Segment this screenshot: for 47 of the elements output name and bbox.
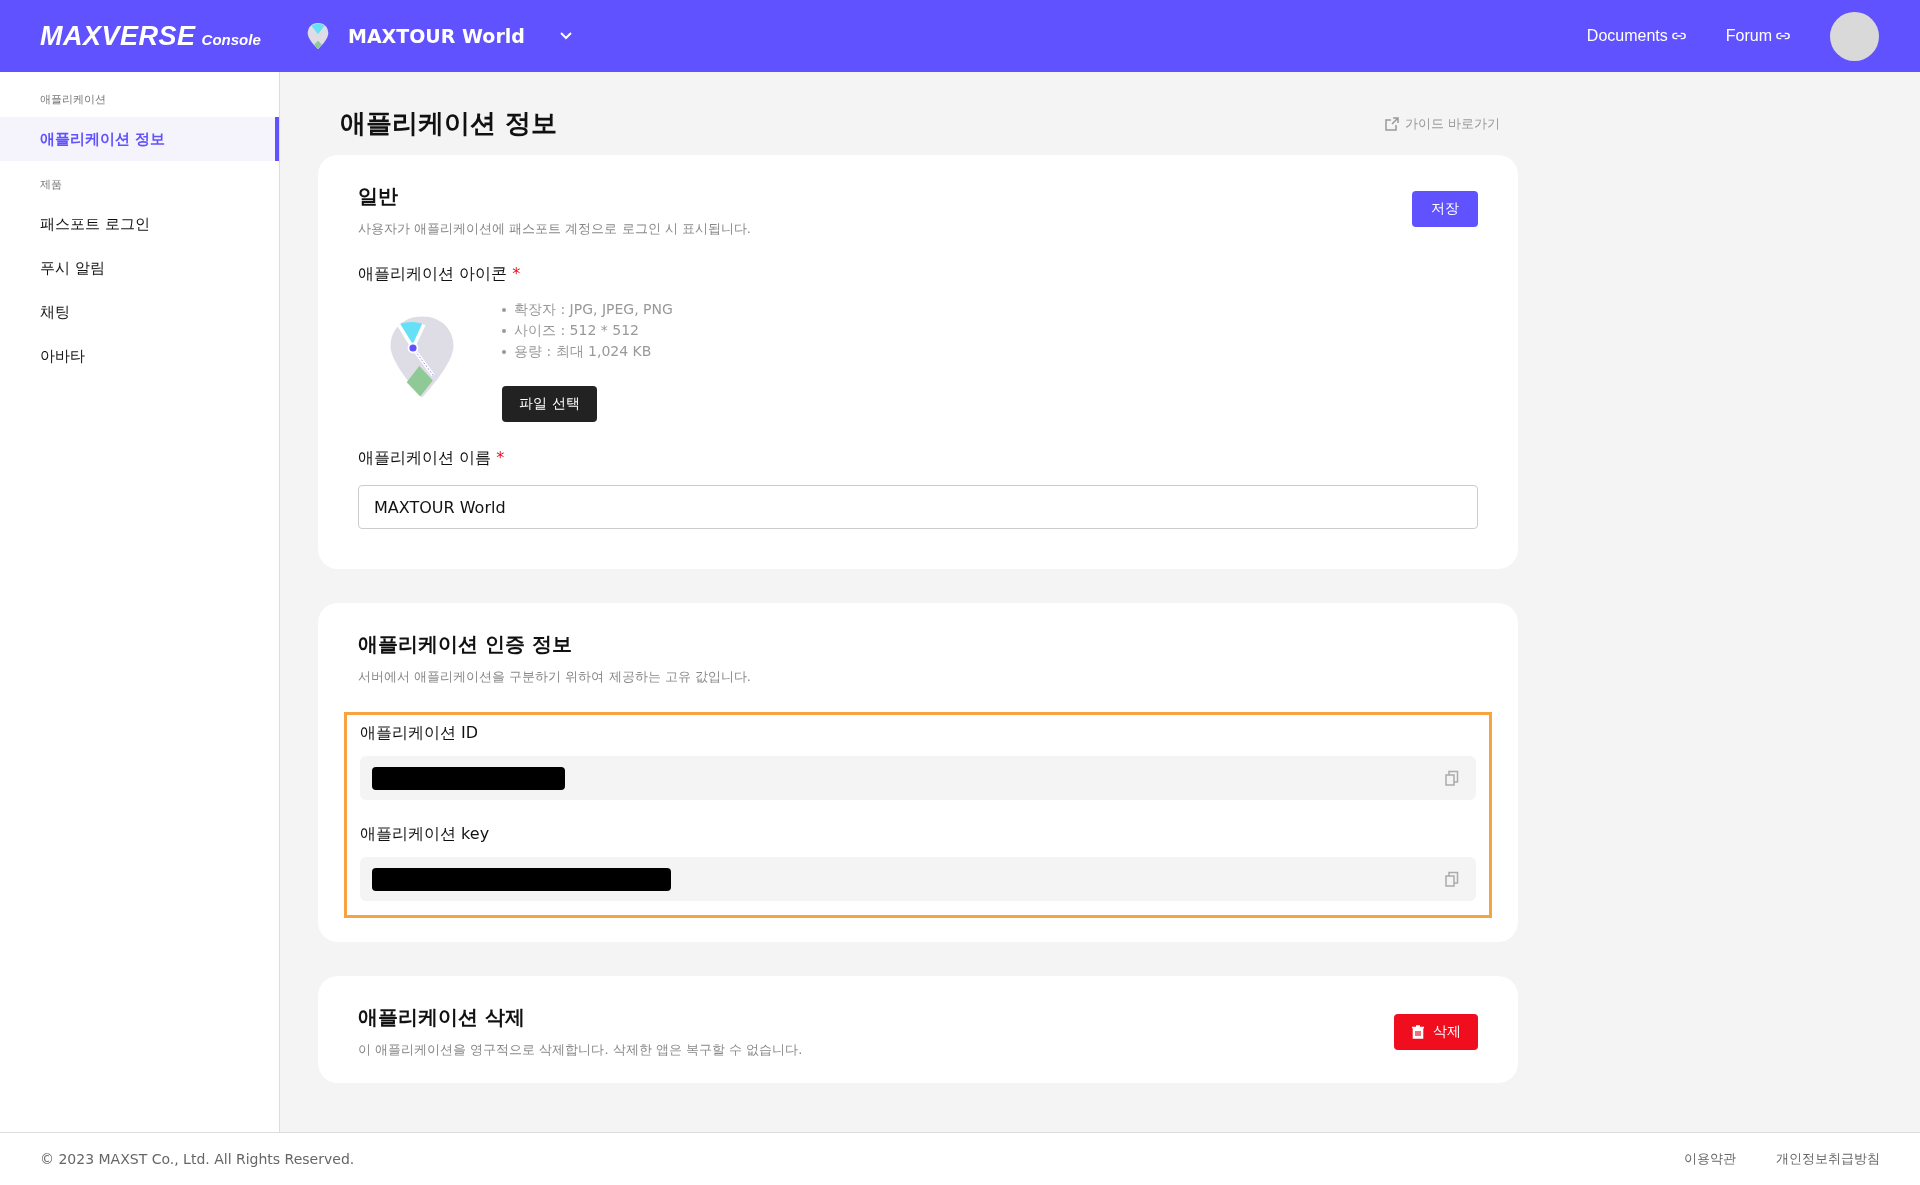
delete-button[interactable]: 삭제 (1394, 1013, 1478, 1050)
section-title: 일반 (358, 183, 399, 210)
sidebar-item[interactable]: 패스포트 로그인 (0, 202, 279, 246)
field-label: 애플리케이션 key (360, 824, 491, 845)
footer-link[interactable]: 개인정보취급방침 (1776, 1150, 1880, 1168)
field-label: 애플리케이션 아이콘 (358, 264, 508, 283)
sidebar-item[interactable]: 아바타 (0, 334, 279, 378)
avatar[interactable] (1830, 11, 1879, 61)
field-label: 애플리케이션 이름 (358, 448, 492, 467)
required-mark: * (496, 448, 505, 467)
icon-rule: 용량 : 최대 1,024 KB (514, 343, 652, 361)
sidebar-item[interactable]: 푸시 알림 (0, 246, 279, 290)
section-description: 이 애플리케이션을 영구적으로 삭제합니다. 삭제한 앱은 복구할 수 없습니다. (358, 1041, 803, 1059)
chevron-down-icon[interactable] (558, 31, 573, 41)
section-description: 사용자가 애플리케이션에 패스포트 계정으로 로그인 시 표시됩니다. (358, 220, 751, 238)
section-title: 애플리케이션 인증 정보 (358, 631, 573, 658)
app-selector[interactable]: MAXTOUR World (348, 25, 525, 47)
trash-icon (1411, 1024, 1425, 1039)
page-title: 애플리케이션 정보 (340, 107, 558, 140)
readonly-field[interactable] (360, 756, 1476, 800)
external-link-icon (1384, 116, 1399, 131)
icon-rule: 사이즈 : 512 * 512 (514, 322, 639, 340)
copyright-text: © 2023 MAXST Co., Ltd. All Rights Reserved. (40, 1151, 355, 1167)
bullet-icon (502, 329, 506, 333)
section-title: 애플리케이션 삭제 (358, 1004, 526, 1031)
link-icon (1776, 31, 1790, 41)
sidebar-item[interactable]: 채팅 (0, 290, 279, 334)
field-label: 애플리케이션 ID (360, 723, 480, 744)
icon-rule: 확장자 : JPG, JPEG, PNG (514, 301, 673, 319)
save-button[interactable]: 저장 (1412, 191, 1478, 227)
header-link[interactable]: Documents (1586, 27, 1686, 45)
link-icon (1671, 31, 1686, 41)
map-pin-icon (306, 22, 330, 50)
app-name-input[interactable]: MAXTOUR World (358, 485, 1478, 529)
sidebar-item[interactable]: 애플리케이션 정보 (0, 117, 279, 161)
file-select-button[interactable]: 파일 선택 (502, 386, 597, 422)
bullet-icon (502, 350, 506, 354)
bullet-icon (502, 308, 506, 312)
sidebar-section-label: 제품 (39, 177, 63, 192)
required-mark: * (512, 264, 521, 283)
footer-link[interactable]: 이용약관 (1684, 1150, 1736, 1168)
section-description: 서버에서 애플리케이션을 구분하기 위하여 제공하는 고유 값입니다. (358, 668, 752, 686)
sidebar-section-label: 애플리케이션 (39, 92, 107, 107)
header-link[interactable]: Forum (1725, 27, 1790, 45)
logo-subtitle: Console (201, 30, 261, 48)
logo[interactable]: MAXVERSE (40, 20, 196, 52)
readonly-field[interactable] (360, 857, 1476, 901)
